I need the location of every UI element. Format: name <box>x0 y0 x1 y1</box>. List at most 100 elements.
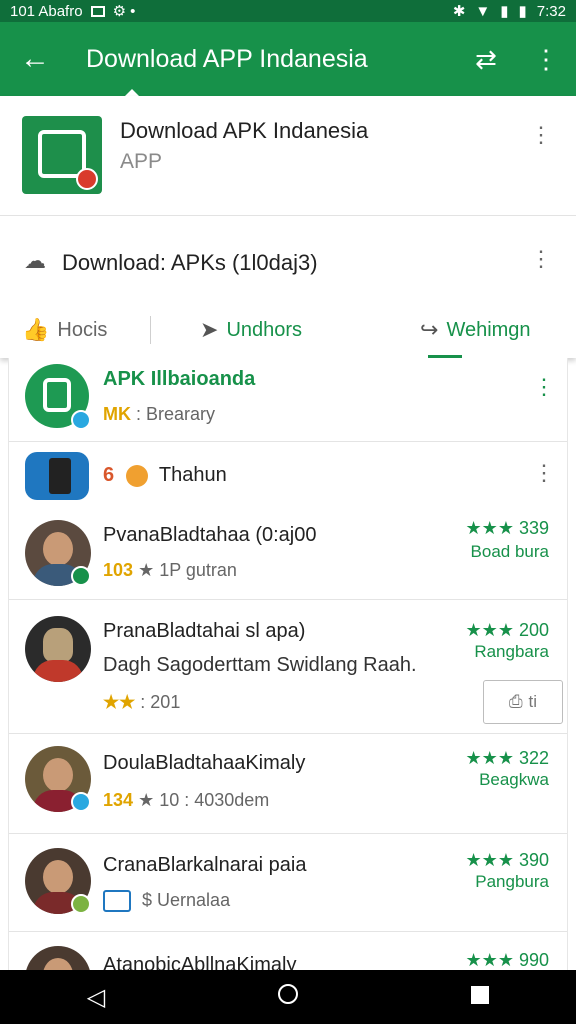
item-action-label: ti <box>528 692 538 711</box>
status-left-text: 101 Abafro <box>10 2 83 20</box>
download-cloud-icon: ☁ <box>24 248 46 273</box>
list-item[interactable]: CranaBlarkalnarai paia $ Uernalaa ★★★ 39… <box>9 834 567 932</box>
briefcase-icon <box>43 378 71 412</box>
item-sub-prefix: MK <box>103 404 131 424</box>
app-bar: ← Download APP Indanesia ⇄ ⋮ <box>0 22 576 97</box>
verified-badge-icon <box>71 566 91 586</box>
coin-icon <box>125 464 148 487</box>
nav-recents-button[interactable] <box>440 983 520 1011</box>
nav-back-button[interactable]: ◁ <box>56 983 136 1012</box>
download-more-button[interactable]: ⋮ <box>526 248 556 270</box>
battery-icon: ▮ <box>518 3 527 20</box>
overflow-menu-button[interactable]: ⋮ <box>516 44 576 75</box>
list-item[interactable]: DoulaBladtahaaKimaly 134 ★ 10 : 4030dem … <box>9 734 567 834</box>
more-vert-icon: ⋮ <box>533 460 555 485</box>
item-sub: MK : Brearary <box>103 404 215 425</box>
send-icon: ➤ <box>200 317 219 342</box>
avatar-body <box>33 660 83 682</box>
item-rating: ★★★ 322 <box>465 748 549 768</box>
app-info-row[interactable]: Download APK Indanesia APP ⋮ <box>0 96 576 216</box>
item-count: 103 <box>103 560 134 580</box>
list-item[interactable]: APK Illbaioanda MK : Brearary ⋮ <box>9 358 567 442</box>
item-sub-text: : Brearary <box>136 404 216 424</box>
nav-home-button[interactable] <box>248 983 328 1011</box>
phone-icon <box>49 458 71 494</box>
app-badge-icon <box>76 168 98 190</box>
item-action-button[interactable]: ⎙ ti <box>483 680 563 724</box>
item-title: PvanaBladtahaa (0:aj00 <box>103 524 317 546</box>
tab-undhors[interactable]: ➤ Undhors <box>200 302 302 358</box>
item-sub-text: ★ 10 : 4030dem <box>138 790 270 810</box>
more-vert-icon: ⋮ <box>533 43 559 74</box>
avatar-face <box>43 860 73 894</box>
sync-icon: ⇄ <box>475 43 497 74</box>
app-list: APK Illbaioanda MK : Brearary ⋮ 6 Thahun… <box>8 358 568 970</box>
app-type: APP <box>120 150 163 173</box>
item-more-button[interactable]: ⋮ <box>529 376 559 398</box>
notification-icon <box>90 5 105 17</box>
signal-icon: ▼ <box>475 2 491 20</box>
item-sub: 134 ★ 10 : 4030dem <box>103 790 269 811</box>
list-item[interactable]: PranaBladtahai sl apa) Dagh Sagoderttam … <box>9 600 567 734</box>
item-stars: ★★ <box>103 692 136 712</box>
status-time: 7:32 <box>536 2 566 20</box>
tab-label: Hocis <box>57 318 108 341</box>
download-row[interactable]: ☁ Download: APKs (1l0daj3) ⋮ <box>0 216 576 302</box>
list-item[interactable]: AtanobicAbllnaKimaly ★★★ 990 <box>9 932 567 970</box>
phone-thumbnail-icon <box>25 452 89 500</box>
item-description: Dagh Sagoderttam Swidlang Raah. <box>103 654 417 676</box>
avatar-face <box>43 532 73 566</box>
item-number: 6 <box>103 464 115 486</box>
tab-bar: 👍 Hocis ➤ Undhors ↪ Wehimgn <box>0 302 576 358</box>
app-name: Download APK Indanesia <box>120 118 369 143</box>
camera-icon: ⎙ <box>508 692 523 711</box>
item-rating: ★★★ 390 <box>465 850 549 870</box>
app-icon <box>22 116 102 194</box>
item-title: PranaBladtahai sl apa) <box>103 620 306 642</box>
tab-divider <box>150 316 151 344</box>
item-count: 134 <box>103 790 134 810</box>
status-extra: ⚙ • <box>112 3 136 20</box>
avatar-face <box>43 628 73 662</box>
triangle-back-icon: ◁ <box>86 983 106 1011</box>
bluetooth-icon: ✱ <box>452 3 466 20</box>
avatar <box>25 616 91 682</box>
item-title: APK Illbaioanda <box>103 368 256 390</box>
list-item[interactable]: PvanaBladtahaa (0:aj00 103 ★ 1P gutran ★… <box>9 512 567 600</box>
wifi-icon: ▮ <box>500 3 509 20</box>
circle-home-icon <box>278 984 298 1004</box>
verified-badge-icon <box>71 894 91 914</box>
tab-hocis[interactable]: 👍 Hocis <box>22 302 107 358</box>
app-header-card: Download APK Indanesia APP ⋮ ☁ Download:… <box>0 96 576 358</box>
square-recents-icon <box>471 986 489 1004</box>
more-vert-icon: ⋮ <box>530 246 552 271</box>
item-sub-text: : 201 <box>140 692 181 712</box>
app-more-button[interactable]: ⋮ <box>526 124 556 146</box>
item-sub-text: ★ 1P gutran <box>138 560 237 580</box>
more-vert-icon: ⋮ <box>530 122 552 147</box>
verified-badge-icon <box>71 410 91 430</box>
avatar-face <box>43 758 73 792</box>
card-icon <box>103 890 131 913</box>
list-item[interactable]: 6 Thahun ⋮ <box>9 442 567 512</box>
item-rating: ★★★ 339 <box>465 518 549 538</box>
item-rating-label: Rangbara <box>474 642 549 661</box>
item-sub: $ Uernalaa <box>103 890 230 913</box>
back-button[interactable]: ← <box>0 42 70 76</box>
share-arrow-icon: ↪ <box>420 317 439 342</box>
item-title: 6 Thahun <box>103 464 227 487</box>
system-nav-bar: ◁ <box>0 970 576 1024</box>
tab-wehimgn[interactable]: ↪ Wehimgn <box>420 302 531 358</box>
item-rating-label: Beagkwa <box>479 770 549 789</box>
sync-button[interactable]: ⇄ <box>456 44 516 75</box>
status-bar: 101 Abafro ⚙ • ✱ ▼ ▮ ▮ 7:32 <box>0 0 576 22</box>
app-icon <box>25 364 91 430</box>
item-title-text: Thahun <box>158 464 227 486</box>
thumb-icon: 👍 <box>22 317 50 342</box>
item-title: CranaBlarkalnarai paia <box>103 854 307 876</box>
item-more-button[interactable]: ⋮ <box>529 462 559 484</box>
avatar <box>25 946 91 970</box>
item-title: AtanobicAbllnaKimaly <box>103 954 297 970</box>
item-rating-label: Boad bura <box>470 542 549 561</box>
item-title: DoulaBladtahaaKimaly <box>103 752 306 774</box>
